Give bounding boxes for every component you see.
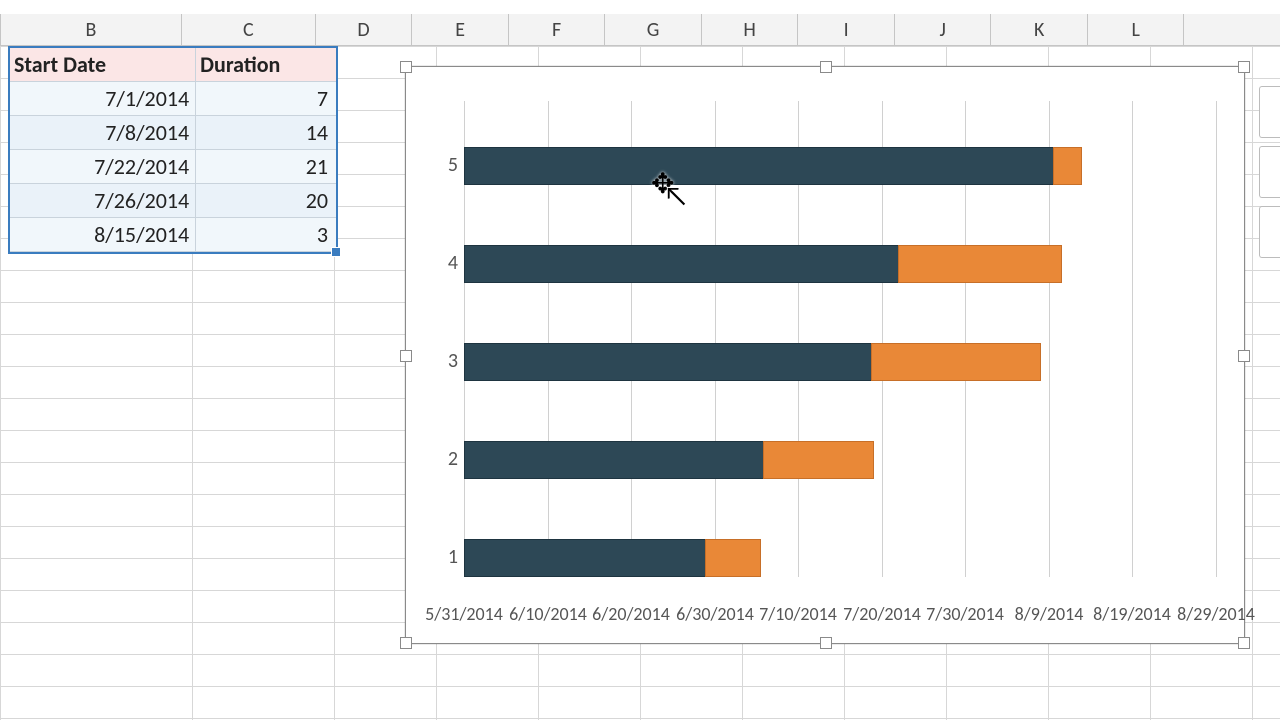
selection-fill-handle[interactable] xyxy=(331,247,341,257)
chart-resize-handle[interactable] xyxy=(400,61,412,73)
column-header[interactable]: I xyxy=(797,14,894,46)
cell-duration[interactable]: 7 xyxy=(196,82,336,116)
bar-row[interactable] xyxy=(464,147,1216,183)
table-header-row: Start Date Duration xyxy=(10,48,336,82)
cell-start-date[interactable]: 7/26/2014 xyxy=(10,184,196,218)
y-tick-label: 4 xyxy=(418,251,458,275)
column-header[interactable]: H xyxy=(701,14,798,46)
cell-duration[interactable]: 20 xyxy=(196,184,336,218)
bar-segment-duration[interactable] xyxy=(705,539,761,577)
column-header[interactable]: D xyxy=(315,14,412,46)
y-tick-label: 5 xyxy=(418,153,458,177)
x-tick-label: 6/30/2014 xyxy=(676,603,754,625)
chart-filters-button[interactable] xyxy=(1259,206,1280,258)
chart-elements-button[interactable] xyxy=(1259,86,1280,138)
column-header[interactable] xyxy=(1183,14,1280,46)
column-header[interactable]: G xyxy=(604,14,701,46)
bar-row[interactable] xyxy=(464,245,1216,281)
bar-segment-duration[interactable] xyxy=(871,343,1041,381)
plot-area[interactable] xyxy=(464,101,1216,577)
bar-row[interactable] xyxy=(464,539,1216,575)
x-tick-label: 6/10/2014 xyxy=(509,603,587,625)
cell-duration[interactable]: 3 xyxy=(196,218,336,252)
column-header[interactable]: C xyxy=(181,14,315,46)
y-tick-label: 2 xyxy=(418,447,458,471)
cell-start-date[interactable]: 7/8/2014 xyxy=(10,116,196,150)
column-header[interactable]: K xyxy=(990,14,1087,46)
table-header-duration: Duration xyxy=(196,48,336,82)
column-headers[interactable]: BCDEFGHIJKL xyxy=(0,14,1280,46)
table-row[interactable]: 7/1/2014 7 xyxy=(10,82,336,116)
table-row[interactable]: 7/26/2014 20 xyxy=(10,184,336,218)
column-header[interactable]: L xyxy=(1087,14,1184,46)
chart-resize-handle[interactable] xyxy=(400,350,412,362)
x-tick-label: 6/20/2014 xyxy=(592,603,670,625)
bar-segment-start-date[interactable] xyxy=(464,147,1055,185)
bar-row[interactable] xyxy=(464,343,1216,379)
column-header[interactable]: B xyxy=(0,14,181,46)
cell-start-date[interactable]: 8/15/2014 xyxy=(10,218,196,252)
chart-resize-handle[interactable] xyxy=(400,637,412,649)
x-tick-label: 7/30/2014 xyxy=(926,603,1004,625)
bar-segment-start-date[interactable] xyxy=(464,343,873,381)
chart-resize-handle[interactable] xyxy=(1238,61,1250,73)
cell-duration[interactable]: 14 xyxy=(196,116,336,150)
x-tick-label: 7/20/2014 xyxy=(843,603,921,625)
data-table[interactable]: Start Date Duration 7/1/2014 7 7/8/2014 … xyxy=(8,46,338,254)
chart-object[interactable]: 5 4 3 2 1 5/31/2014 6/10/20146/20/2014 6/30/20… xyxy=(405,66,1245,644)
bar-row[interactable] xyxy=(464,441,1216,477)
y-tick-label: 3 xyxy=(418,349,458,373)
table-row[interactable]: 7/22/2014 21 xyxy=(10,150,336,184)
bar-segment-start-date[interactable] xyxy=(464,539,707,577)
bar-segment-duration[interactable] xyxy=(898,245,1062,283)
x-tick-label: 8/9/2014 xyxy=(1015,603,1084,625)
x-tick-label: 8/19/2014 xyxy=(1093,603,1171,625)
bar-segment-start-date[interactable] xyxy=(464,441,765,479)
chart-styles-button[interactable] xyxy=(1259,146,1280,198)
chart-resize-handle[interactable] xyxy=(1238,350,1250,362)
chart-resize-handle[interactable] xyxy=(1238,637,1250,649)
bar-segment-duration[interactable] xyxy=(1053,147,1082,185)
chart-resize-handle[interactable] xyxy=(820,61,832,73)
table-row[interactable]: 8/15/2014 3 xyxy=(10,218,336,252)
bar-segment-start-date[interactable] xyxy=(464,245,900,283)
y-tick-label: 1 xyxy=(418,545,458,569)
table-header-start-date: Start Date xyxy=(10,48,196,82)
x-axis-labels: 5/31/2014 6/10/20146/20/2014 6/30/20147/10… xyxy=(424,603,1226,631)
spreadsheet: BCDEFGHIJKL Start Date Duration 7/1/2014… xyxy=(0,0,1280,720)
cell-duration[interactable]: 21 xyxy=(196,150,336,184)
column-header[interactable]: E xyxy=(411,14,508,46)
x-tick-label: 7/10/2014 xyxy=(759,603,837,625)
column-header[interactable]: F xyxy=(508,14,605,46)
x-tick-label: 5/31/2014 xyxy=(425,603,503,625)
cell-start-date[interactable]: 7/1/2014 xyxy=(10,82,196,116)
x-tick-label: 8/29/2014 xyxy=(1177,603,1255,625)
column-header[interactable]: J xyxy=(894,14,991,46)
cell-start-date[interactable]: 7/22/2014 xyxy=(10,150,196,184)
table-row[interactable]: 7/8/2014 14 xyxy=(10,116,336,150)
bar-segment-duration[interactable] xyxy=(763,441,874,479)
chart-resize-handle[interactable] xyxy=(820,637,832,649)
